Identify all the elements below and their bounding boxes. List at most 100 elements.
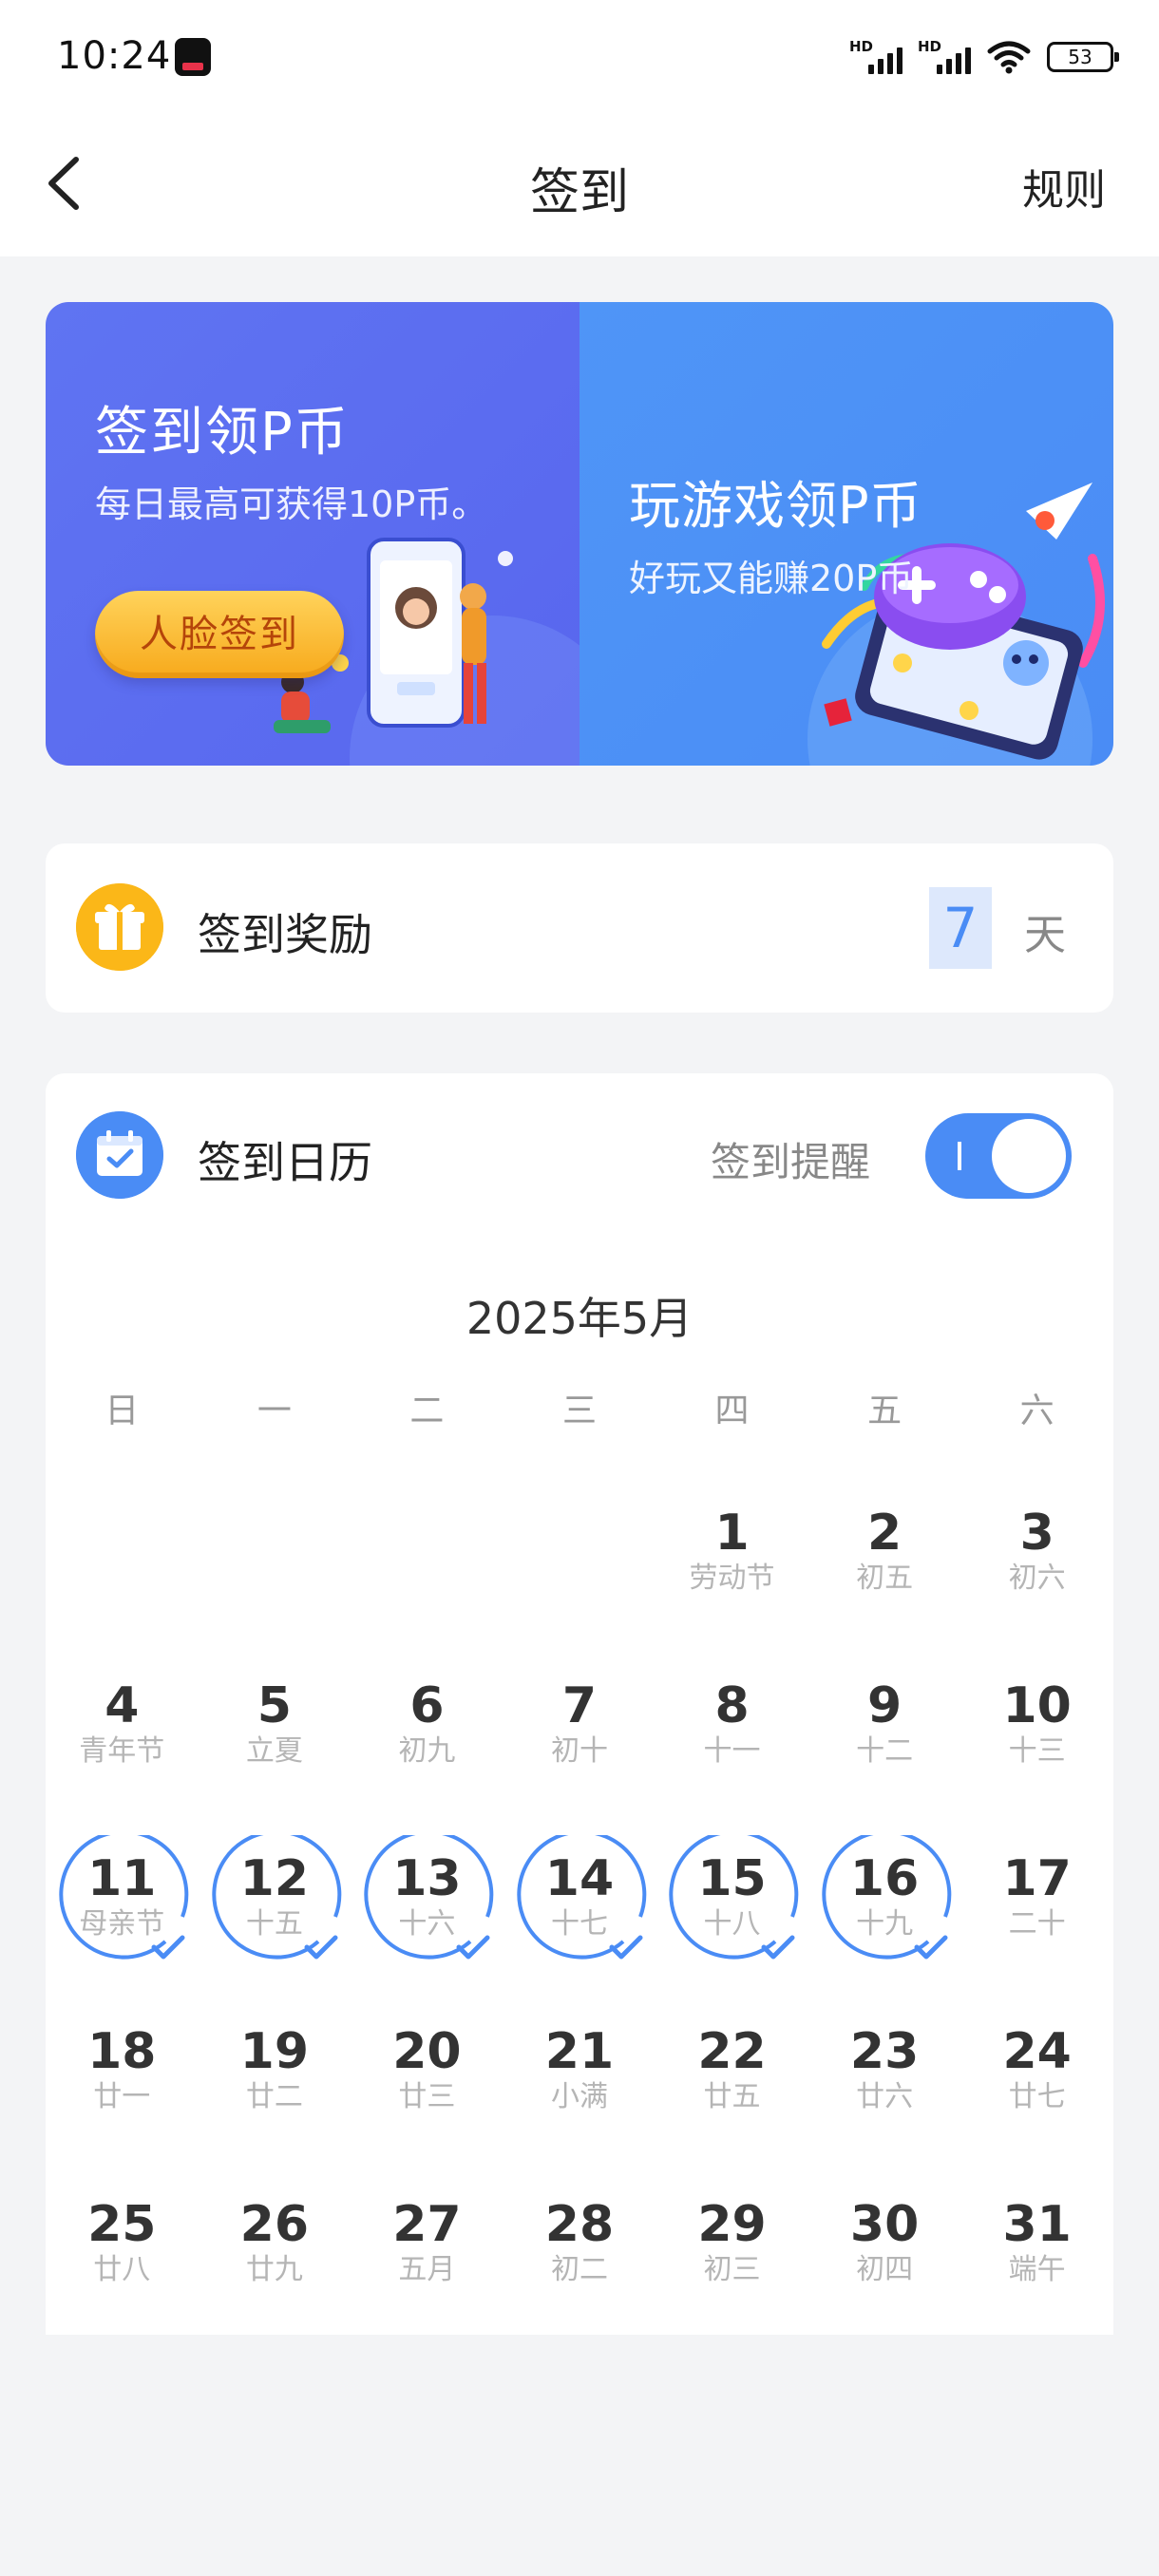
- calendar-day-checked[interactable]: 15 十八: [656, 1828, 808, 2000]
- calendar-empty-cell: [351, 1482, 504, 1655]
- calendar-day-number: 8: [714, 1677, 750, 1734]
- status-bar: 10:24 HD HD 53: [0, 0, 1159, 114]
- toggle-on-mark: [958, 1142, 961, 1170]
- calendar-day-number: 1: [714, 1505, 750, 1562]
- calendar-day[interactable]: 17 二十: [960, 1828, 1113, 2000]
- calendar-day[interactable]: 24 廿七: [960, 2000, 1113, 2173]
- calendar-day-number: 5: [256, 1677, 292, 1734]
- calendar-day-lunar: 初四: [856, 2253, 914, 2286]
- calendar-day[interactable]: 31 端午: [960, 2173, 1113, 2346]
- calendar-day[interactable]: 10 十三: [960, 1655, 1113, 1828]
- rules-link[interactable]: 规则: [1022, 156, 1106, 217]
- calendar-day-number: 23: [849, 2023, 920, 2080]
- weekday-label: 三: [561, 1392, 597, 1430]
- month-title: 2025年5月: [466, 1293, 694, 1344]
- calendar-day-lunar: 廿五: [703, 2080, 761, 2113]
- calendar-day-checked[interactable]: 16 十九: [808, 1828, 961, 2000]
- calendar-day[interactable]: 7 初十: [504, 1655, 656, 1828]
- reward-days-unit: 天: [1024, 911, 1066, 959]
- reminder-label: 签到提醒: [711, 1139, 871, 1185]
- calendar-day-lunar: 十九: [856, 1907, 914, 1941]
- weekday-label: 六: [1019, 1392, 1054, 1430]
- calendar-day-lunar: 五月: [398, 2253, 456, 2286]
- calendar-day-lunar: 十一: [703, 1734, 761, 1768]
- calendar-day-number: 9: [867, 1677, 902, 1734]
- calendar-day[interactable]: 6 初九: [351, 1655, 504, 1828]
- calendar-day-number: 10: [1002, 1677, 1072, 1734]
- calendar-day-lunar: 二十: [1008, 1907, 1066, 1941]
- battery-icon: 53: [1047, 42, 1119, 72]
- calendar-day-checked[interactable]: 12 十五: [199, 1828, 352, 2000]
- wifi-icon: [987, 41, 1031, 74]
- gift-icon: [76, 883, 163, 971]
- calendar-day[interactable]: 2 初五: [808, 1482, 961, 1655]
- reward-days-count: 7: [929, 887, 992, 969]
- calendar-label: 签到日历: [198, 1137, 372, 1188]
- calendar-day[interactable]: 4 青年节: [46, 1655, 199, 1828]
- reward-label: 签到奖励: [198, 909, 372, 960]
- calendar-day-number: 27: [392, 2196, 462, 2253]
- calendar-day-number: 25: [87, 2196, 157, 2253]
- game-banner[interactable]: 玩游戏领P币 好玩又能赚20P币: [580, 302, 1113, 766]
- calendar-day-number: 6: [409, 1677, 445, 1734]
- calendar-day-lunar: 廿七: [1008, 2080, 1066, 2113]
- calendar-day[interactable]: 30 初四: [808, 2173, 961, 2346]
- calendar-empty-cell: [199, 1482, 352, 1655]
- calendar-day-lunar: 十六: [398, 1907, 456, 1941]
- calendar-grid: 1 劳动节 2 初五 3 初六 4 青年节 5 立夏 6 初九 7 初十 8 十一 9 十二 10 十三 11 母亲节 12…: [46, 1482, 1113, 2346]
- calendar-day[interactable]: 5 立夏: [199, 1655, 352, 1828]
- calendar-day[interactable]: 26 廿九: [199, 2173, 352, 2346]
- calendar-day-lunar: 十二: [856, 1734, 914, 1768]
- calendar-empty-cell: [46, 1482, 199, 1655]
- calendar-day[interactable]: 9 十二: [808, 1655, 961, 1828]
- calendar-day-lunar: 廿八: [93, 2253, 151, 2286]
- calendar-check-icon: [76, 1111, 163, 1199]
- calendar-day[interactable]: 19 廿二: [199, 2000, 352, 2173]
- calendar-day-lunar: 廿一: [93, 2080, 151, 2113]
- calendar-day-lunar: 十七: [550, 1907, 608, 1941]
- calendar-day[interactable]: 25 廿八: [46, 2173, 199, 2346]
- calendar-day[interactable]: 20 廿三: [351, 2000, 504, 2173]
- calendar-day-lunar: 立夏: [245, 1734, 303, 1768]
- calendar-day-number: 17: [1002, 1850, 1072, 1907]
- calendar-day-lunar: 端午: [1008, 2253, 1066, 2286]
- calendar-day-number: 15: [697, 1850, 767, 1907]
- calendar-day-checked[interactable]: 11 母亲节: [46, 1828, 199, 2000]
- calendar-day-lunar: 十五: [245, 1907, 303, 1941]
- calendar-day-checked[interactable]: 14 十七: [504, 1828, 656, 2000]
- calendar-day-number: 3: [1019, 1505, 1054, 1562]
- calendar-day[interactable]: 22 廿五: [656, 2000, 808, 2173]
- face-checkin-button[interactable]: 人脸签到: [95, 591, 344, 678]
- calendar-day-number: 30: [849, 2196, 920, 2253]
- calendar-day-number: 11: [87, 1850, 157, 1907]
- calendar-day-lunar: 母亲节: [79, 1907, 165, 1941]
- calendar-day-number: 2: [867, 1505, 902, 1562]
- calendar-day[interactable]: 18 廿一: [46, 2000, 199, 2173]
- calendar-day-number: 14: [544, 1850, 615, 1907]
- promo-banner: 签到领P币 每日最高可获得10P币。 人脸签到 玩游戏领P币 好玩又能赚20P币: [46, 302, 1113, 766]
- checkin-banner[interactable]: 签到领P币 每日最高可获得10P币。 人脸签到: [46, 302, 580, 766]
- checkin-reward-card[interactable]: 签到奖励 7 天: [46, 843, 1113, 1013]
- calendar-day[interactable]: 3 初六: [960, 1482, 1113, 1655]
- tiktok-notification-icon: [175, 38, 211, 76]
- calendar-day[interactable]: 28 初二: [504, 2173, 656, 2346]
- calendar-day-lunar: 初二: [550, 2253, 608, 2286]
- checkin-banner-title: 签到领P币: [95, 402, 350, 464]
- calendar-day-checked[interactable]: 13 十六: [351, 1828, 504, 2000]
- calendar-day[interactable]: 8 十一: [656, 1655, 808, 1828]
- calendar-day[interactable]: 29 初三: [656, 2173, 808, 2346]
- calendar-day[interactable]: 1 劳动节: [656, 1482, 808, 1655]
- weekday-label: 日: [104, 1392, 140, 1430]
- calendar-day[interactable]: 21 小满: [504, 2000, 656, 2173]
- calendar-day[interactable]: 27 五月: [351, 2173, 504, 2346]
- calendar-day-lunar: 十八: [703, 1907, 761, 1941]
- page-title: 签到: [529, 164, 629, 221]
- calendar-day-lunar: 廿三: [398, 2080, 456, 2113]
- calendar-day-lunar: 十三: [1008, 1734, 1066, 1768]
- calendar-day-number: 24: [1002, 2023, 1072, 2080]
- calendar-day[interactable]: 23 廿六: [808, 2000, 961, 2173]
- reminder-toggle[interactable]: [925, 1113, 1072, 1199]
- status-icons: HD HD 53: [849, 38, 1119, 76]
- calendar-day-number: 31: [1002, 2196, 1072, 2253]
- weekday-label: 二: [409, 1392, 445, 1430]
